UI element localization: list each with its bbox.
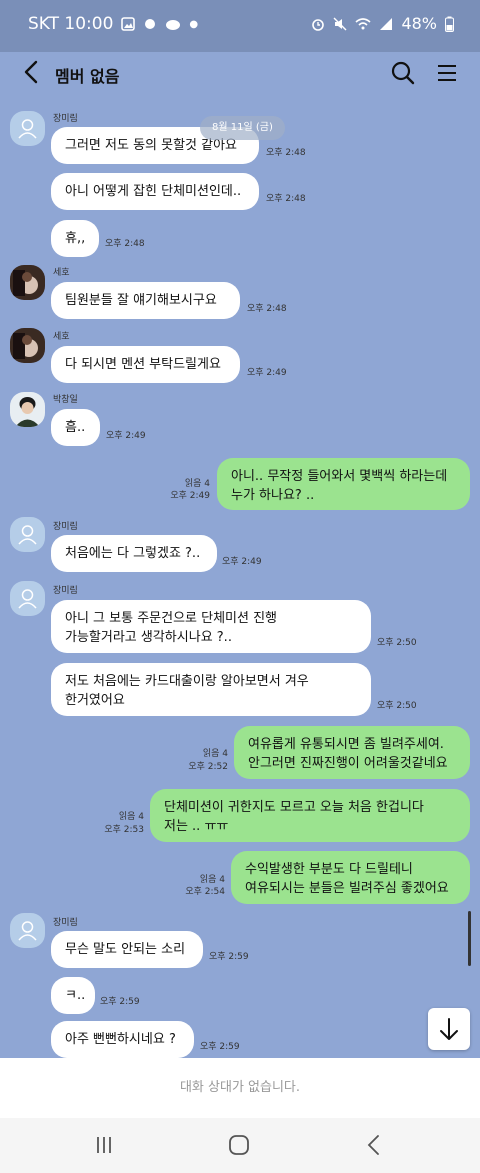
message-time: 오후 2:50 [377, 701, 417, 711]
read-count: 읽음 4 [199, 875, 225, 885]
sender-name: 장미림 [53, 586, 78, 596]
mute-icon [333, 17, 347, 30]
wifi-icon [355, 17, 371, 29]
message-time: 오후 2:50 [377, 638, 417, 648]
message-bubble[interactable]: 수익발생한 부분도 다 드릴테니 여유되시는 분들은 빌려주심 좋겠어요 [231, 851, 470, 904]
message-time: 오후 2:48 [266, 148, 306, 158]
profile-avatar[interactable] [10, 517, 45, 552]
sender-name: 세호 [53, 332, 70, 342]
profile-photo [13, 270, 38, 296]
message-bubble[interactable]: 팀원분들 잘 얘기해보시구요 [51, 282, 240, 319]
read-count: 읽음 4 [202, 749, 228, 759]
message-time: 오후 2:49 [222, 557, 262, 567]
search-icon[interactable] [390, 60, 416, 86]
home-icon[interactable] [228, 1134, 250, 1156]
message-bubble[interactable]: 처음에는 다 그렇겠죠 ?.. [51, 535, 217, 572]
profile-photo [15, 397, 40, 427]
read-count: 읽음 4 [118, 812, 144, 822]
profile-avatar[interactable] [10, 328, 45, 363]
sender-name: 장미림 [53, 918, 78, 928]
profile-avatar[interactable] [10, 111, 45, 146]
message-bubble[interactable]: ㅋ.. [51, 977, 95, 1014]
scroll-to-bottom-button[interactable] [428, 1008, 470, 1050]
more-notifications-icon: ● [189, 18, 199, 30]
default-profile-icon [18, 921, 37, 941]
cloud-icon [166, 20, 181, 30]
message-bubble[interactable]: 무슨 말도 안되는 소리 [51, 931, 203, 968]
battery-level: 48% [401, 14, 437, 33]
message-bubble[interactable]: 아니 어떻게 잡힌 단체미션인데.. [51, 173, 259, 210]
sender-name: 장미림 [53, 522, 78, 532]
message-time: 오후 2:48 [247, 304, 287, 314]
scrollbar[interactable] [468, 911, 471, 966]
message-bubble[interactable]: 다 되시면 멘션 부탁드릴게요 [51, 346, 240, 383]
message-time: 오후 2:52 [188, 762, 228, 772]
battery-icon [445, 16, 454, 32]
profile-photo [13, 333, 38, 359]
sender-name: 장미림 [53, 114, 78, 124]
alarm-icon [312, 18, 325, 31]
message-time: 오후 2:49 [247, 368, 287, 378]
message-time: 오후 2:48 [105, 239, 145, 249]
sender-name: 세호 [53, 268, 70, 278]
sender-name: 박창일 [53, 395, 78, 405]
message-time: 오후 2:59 [200, 1042, 240, 1052]
message-bubble[interactable]: 아주 뻔뻔하시네요 ? [51, 1021, 194, 1058]
status-time: SKT 10:00 [28, 14, 114, 34]
message-time: 오후 2:59 [209, 952, 249, 962]
menu-icon[interactable] [436, 62, 458, 84]
message-bubble[interactable]: 아니 그 보통 주문건으로 단체미션 진행 가능할거라고 생각하시나요 ?.. [51, 600, 371, 653]
back-icon[interactable] [364, 1134, 384, 1156]
message-time: 오후 2:49 [106, 431, 146, 441]
message-time: 오후 2:59 [100, 997, 140, 1007]
recent-apps-icon[interactable] [94, 1135, 114, 1155]
profile-avatar[interactable] [10, 581, 45, 616]
profile-avatar[interactable] [10, 392, 45, 427]
app-notification-icon [145, 19, 156, 29]
gallery-icon [121, 17, 136, 31]
chat-title: 멤버 없음 [55, 67, 120, 86]
message-bubble[interactable]: 휴,, [51, 220, 99, 257]
message-bubble[interactable]: 단체미션이 귀한지도 모르고 오늘 처음 한겁니다 저는 .. ㅠㅠ [150, 789, 470, 842]
read-count: 읽음 4 [184, 479, 210, 489]
message-time: 오후 2:48 [266, 194, 306, 204]
chat-area: 장미림 그러면 저도 동의 못할것 같아요 오후 2:48 8월 11일 (금)… [0, 96, 480, 1058]
message-time: 오후 2:54 [185, 887, 225, 897]
status-bar: SKT 10:00 ● 48% [0, 0, 480, 52]
message-time: 오후 2:53 [104, 825, 144, 835]
arrow-down-icon [440, 1018, 458, 1040]
signal-icon [380, 17, 393, 30]
profile-avatar[interactable] [10, 265, 45, 300]
date-divider: 8월 11일 (금) [200, 116, 285, 140]
chat-header: 멤버 없음 [0, 52, 480, 96]
profile-avatar[interactable] [10, 913, 45, 948]
message-bubble[interactable]: 저도 처음에는 카드대출이랑 알아보면서 겨우 한거였어요 [51, 663, 371, 716]
back-arrow-icon[interactable] [18, 58, 46, 86]
system-nav-bar [0, 1118, 480, 1173]
message-bubble[interactable]: 흠.. [51, 409, 100, 446]
default-profile-icon [18, 525, 37, 545]
default-profile-icon [18, 589, 37, 609]
message-time: 오후 2:49 [170, 491, 210, 501]
message-bubble[interactable]: 여유롭게 유통되시면 좀 빌려주세여. 안그러면 진짜진행이 어려울것같네요 [234, 726, 470, 779]
message-bubble[interactable]: 아니.. 무작정 들어와서 몇백씩 하라는데 누가 하나요? .. [217, 458, 470, 510]
default-profile-icon [18, 119, 37, 139]
no-members-notice: 대화 상대가 없습니다. [0, 1058, 480, 1118]
